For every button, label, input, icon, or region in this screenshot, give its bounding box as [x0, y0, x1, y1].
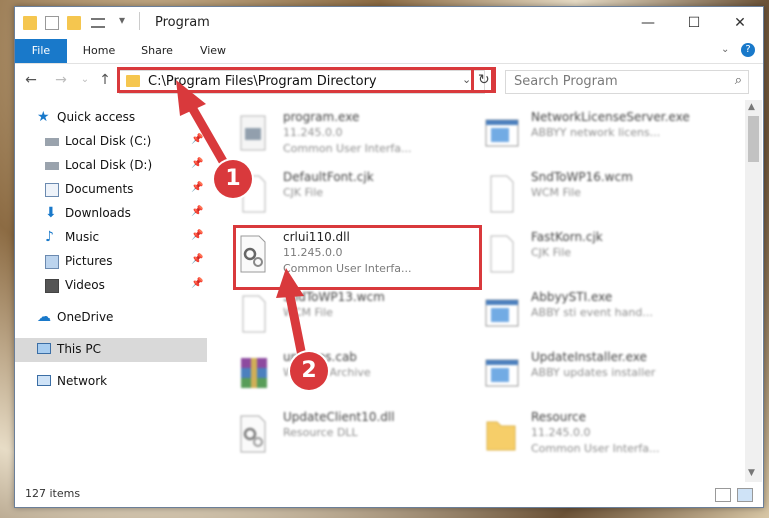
step-badge-1: 1	[214, 160, 252, 198]
step-badge-2: 2	[290, 352, 328, 390]
arrow-2	[276, 268, 307, 361]
annotation-overlay	[176, 80, 307, 361]
arrow-1	[176, 80, 233, 175]
